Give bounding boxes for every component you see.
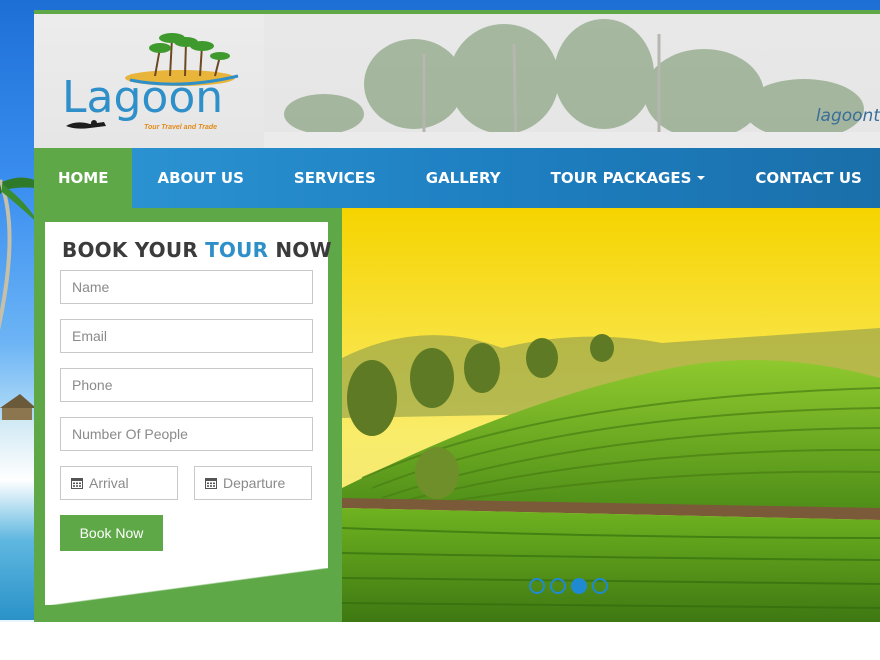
book-now-button[interactable]: Book Now	[60, 515, 163, 551]
diver-icon	[66, 120, 106, 129]
booking-title-part2: NOW	[268, 238, 332, 262]
caret-down-icon	[697, 176, 706, 180]
people-input[interactable]	[60, 417, 313, 451]
calendar-icon	[71, 478, 83, 489]
nav-item-label: GALLERY	[425, 169, 501, 187]
nav-item-about-us[interactable]: ABOUT US	[132, 148, 268, 208]
site-container: Lagoon Tour Travel and Trade lagoont HOM…	[34, 10, 880, 622]
email-input[interactable]	[60, 319, 313, 353]
arrival-placeholder: Arrival	[89, 475, 129, 491]
slider-dot-1[interactable]	[529, 578, 545, 594]
lagoon-logo[interactable]: Lagoon Tour Travel and Trade	[60, 28, 250, 138]
calendar-icon	[205, 478, 217, 489]
header-palm-scene-image	[264, 14, 880, 148]
nav-item-label: CONTACT US	[755, 169, 862, 187]
nav-item-label: SERVICES	[293, 169, 376, 187]
nav-item-gallery[interactable]: GALLERY	[401, 148, 526, 208]
departure-placeholder: Departure	[223, 475, 286, 491]
main-nav: HOME ABOUT US SERVICES GALLERY TOUR PACK…	[34, 148, 880, 208]
page-bottom	[0, 622, 880, 660]
arrival-date-field[interactable]: Arrival	[60, 466, 178, 500]
nav-item-label: TOUR PACKAGES	[550, 169, 692, 187]
booking-title: BOOK YOUR TOUR NOW	[62, 238, 332, 262]
slider-dot-2[interactable]	[550, 578, 566, 594]
nav-item-services[interactable]: SERVICES	[269, 148, 401, 208]
booking-form: BOOK YOUR TOUR NOW Arrival Depa	[45, 222, 332, 606]
nav-item-label: ABOUT US	[157, 169, 244, 187]
name-input[interactable]	[60, 270, 313, 304]
departure-date-field[interactable]: Departure	[194, 466, 312, 500]
nav-item-contact-us[interactable]: CONTACT US	[730, 148, 880, 208]
site-header: Lagoon Tour Travel and Trade lagoont	[34, 14, 880, 148]
hero-slider	[342, 208, 880, 622]
nav-item-home[interactable]: HOME	[34, 148, 133, 208]
slider-dot-4[interactable]	[592, 578, 608, 594]
nav-item-tour-packages[interactable]: TOUR PACKAGES	[526, 148, 731, 208]
booking-title-highlight: TOUR	[205, 238, 269, 262]
booking-panel: BOOK YOUR TOUR NOW Arrival Depa	[34, 208, 342, 622]
logo-tagline: Tour Travel and Trade	[144, 124, 218, 131]
nav-item-label: HOME	[58, 169, 109, 187]
slider-pagination	[529, 578, 608, 594]
phone-input[interactable]	[60, 368, 313, 402]
booking-title-part1: BOOK YOUR	[62, 238, 206, 262]
slider-dot-3[interactable]	[571, 578, 587, 594]
header-email-text[interactable]: lagoont	[816, 106, 880, 126]
tea-plantation-slide-image	[342, 208, 880, 622]
